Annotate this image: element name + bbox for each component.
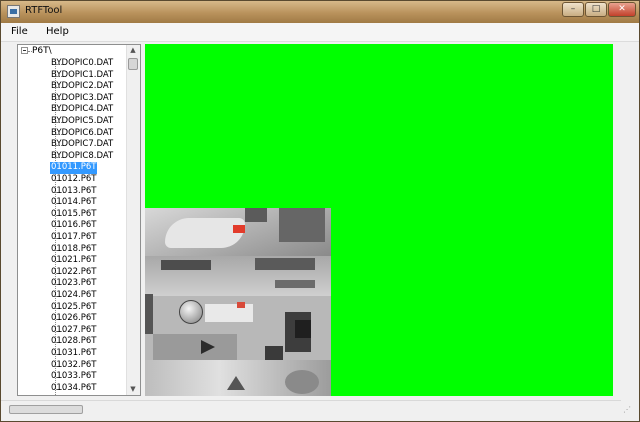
tree-item[interactable]: 01033.P6T <box>18 371 128 383</box>
tree-item[interactable]: BYDOPIC0.DAT <box>18 58 128 70</box>
scroll-up-arrow-icon[interactable]: ▲ <box>127 45 139 56</box>
collapse-toggle-icon[interactable] <box>21 47 28 54</box>
tree-item-label: BYDOPIC0.DAT <box>51 58 114 68</box>
tree-root-label[interactable]: P6T\ <box>32 46 52 56</box>
tree-item-label: 01031.P6T <box>51 348 97 358</box>
tree-vertical-scrollbar[interactable]: ▲ ▼ <box>126 45 140 395</box>
tree-item[interactable]: 01025.P6T <box>18 302 128 314</box>
close-button[interactable]: ✕ <box>608 2 636 17</box>
tree-item[interactable]: BYDOPIC2.DAT <box>18 81 128 93</box>
menu-help[interactable]: Help <box>46 26 69 37</box>
tree-item-label: BYDOPIC1.DAT <box>51 69 114 80</box>
tree-item[interactable]: BYDOPIC5.DAT <box>18 116 128 128</box>
texture-image <box>145 208 331 396</box>
tree-item-label: BYDOPIC7.DAT <box>51 139 114 150</box>
tree-item-label: 01017.P6T <box>51 232 97 242</box>
tree-item[interactable]: 01023.P6T <box>18 278 128 290</box>
tree-item[interactable]: 01014.P6T <box>18 197 128 209</box>
tree-item-label: BYDOPIC8.DAT <box>51 150 114 161</box>
app-icon <box>7 5 20 18</box>
menu-file[interactable]: File <box>11 26 28 37</box>
tree-item[interactable]: BYDOPIC1.DAT <box>18 70 128 82</box>
tree-item[interactable]: 01015.P6T <box>18 209 128 221</box>
tree-item[interactable]: 01016.P6T <box>18 220 128 232</box>
tree-item[interactable]: BYDOPIC3.DAT <box>18 93 128 105</box>
tree-item-label: 01025.P6T <box>51 301 97 312</box>
tree-item[interactable]: 01011.P6T <box>18 162 128 174</box>
tree-item[interactable]: 01034.P6T <box>18 383 128 395</box>
image-preview-canvas <box>145 44 613 396</box>
tree-item-label: 01021.P6T <box>51 255 97 266</box>
tree-item[interactable]: 01027.P6T <box>18 325 128 337</box>
tree-item-label: 01028.P6T <box>51 336 97 347</box>
tree-item-label: 01024.P6T <box>51 290 97 300</box>
tree-item-label: BYDOPIC4.DAT <box>51 104 114 115</box>
file-tree[interactable]: P6T\ BYDOPIC0.DAT BYDOPIC1.DAT BYDOPIC2.DA… <box>17 44 141 396</box>
tree-item-label: 01012.P6T <box>51 174 97 184</box>
tree-item[interactable]: BYDOPIC4.DAT <box>18 104 128 116</box>
tree-item[interactable]: BYDOPIC6.DAT <box>18 128 128 140</box>
tree-item[interactable]: 01032.P6T <box>18 360 128 372</box>
tree-item[interactable]: 01017.P6T <box>18 232 128 244</box>
minimize-button[interactable]: – <box>562 2 584 17</box>
tree-item[interactable]: 01018.P6T <box>18 244 128 256</box>
tree-item-label: 01013.P6T <box>51 185 97 196</box>
tree-item-label: 01015.P6T <box>51 208 97 219</box>
tree-item-label: 01014.P6T <box>51 197 97 208</box>
horizontal-scrollbar-thumb[interactable] <box>9 405 83 414</box>
scrollbar-thumb[interactable] <box>128 58 138 70</box>
title-bar[interactable]: RTFTool – □ ✕ <box>1 1 639 23</box>
resize-grip-icon[interactable]: ⋰ <box>623 405 633 415</box>
tree-item-label: 01011.P6T <box>50 162 98 174</box>
window-title: RTFTool <box>25 5 63 16</box>
tree-item-label: 01027.P6T <box>51 324 97 335</box>
tree-item-label: 01023.P6T <box>51 278 97 289</box>
tree-item-label: 01032.P6T <box>51 359 97 370</box>
tree-item-label: BYDOPIC5.DAT <box>51 116 114 126</box>
tree-item-label: 01018.P6T <box>51 243 97 254</box>
tree-item[interactable]: 01012.P6T <box>18 174 128 186</box>
scroll-down-arrow-icon[interactable]: ▼ <box>127 384 139 395</box>
menu-bar: File Help <box>1 23 639 42</box>
tree-item-label: 01034.P6T <box>51 382 97 393</box>
maximize-button[interactable]: □ <box>585 2 607 17</box>
horizontal-scrollbar[interactable] <box>1 400 621 417</box>
tree-item-label: BYDOPIC2.DAT <box>51 81 114 92</box>
tree-item-label: 01016.P6T <box>51 220 97 231</box>
tree-item-label: 01033.P6T <box>51 371 97 382</box>
tree-item-label: BYDOPIC6.DAT <box>51 127 114 138</box>
tree-item[interactable]: 01024.P6T <box>18 290 128 302</box>
tree-item[interactable]: BYDOPIC8.DAT <box>18 151 128 163</box>
tree-item[interactable]: 01022.P6T <box>18 267 128 279</box>
tree-item[interactable]: 01031.P6T <box>18 348 128 360</box>
app-window: RTFTool – □ ✕ File Help P6T\ BYDOPIC0.DA… <box>0 0 640 422</box>
tree-item[interactable]: 01026.P6T <box>18 313 128 325</box>
tree-item[interactable]: 01021.P6T <box>18 255 128 267</box>
tree-item-label: BYDOPIC3.DAT <box>51 92 114 103</box>
tree-item[interactable]: 01013.P6T <box>18 186 128 198</box>
tree-item[interactable]: BYDOPIC7.DAT <box>18 139 128 151</box>
tree-item-label: 01026.P6T <box>51 313 97 324</box>
tree-item-label: 01022.P6T <box>51 266 97 277</box>
tree-item[interactable]: 01028.P6T <box>18 336 128 348</box>
